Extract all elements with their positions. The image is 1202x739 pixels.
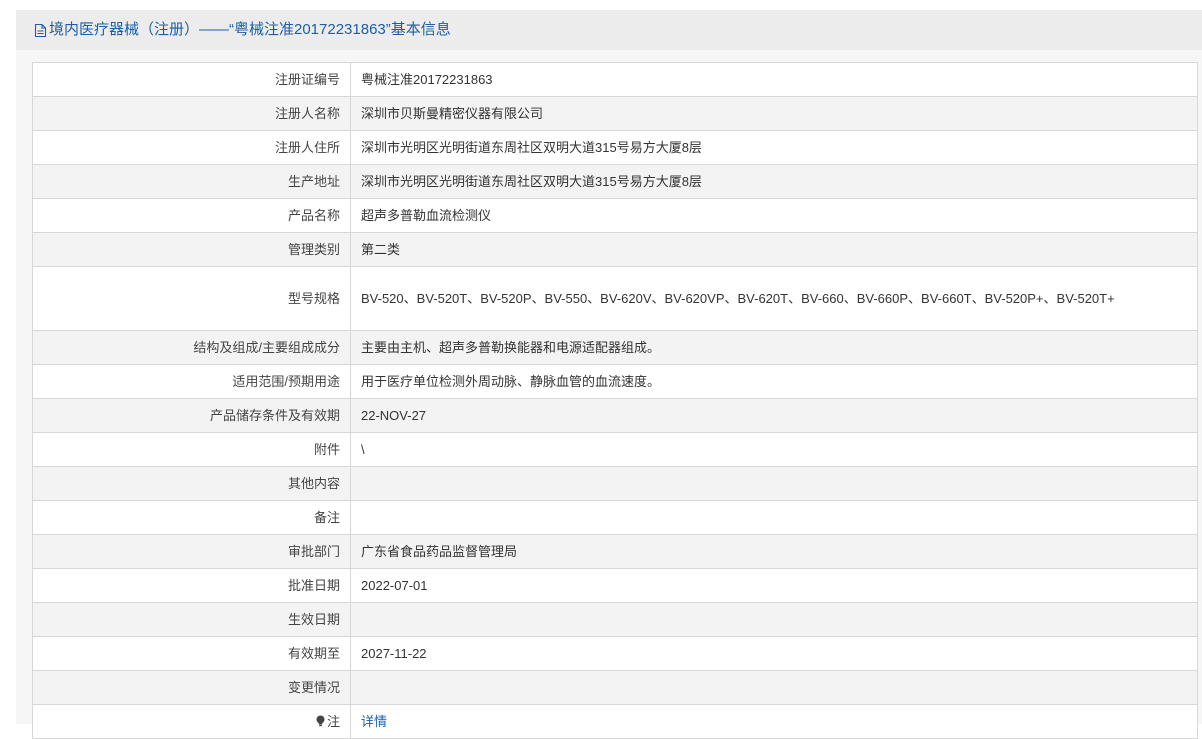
table-row: 批准日期 2022-07-01 xyxy=(32,568,1198,603)
document-icon xyxy=(33,23,48,38)
row-value: 深圳市光明区光明街道东周社区双明大道315号易方大厦8层 xyxy=(350,164,1198,199)
row-label: 其他内容 xyxy=(32,466,351,501)
row-label: 备注 xyxy=(32,500,351,535)
row-value: 用于医疗单位检测外周动脉、静脉血管的血流速度。 xyxy=(350,364,1198,399)
row-label: 有效期至 xyxy=(32,636,351,671)
detail-link[interactable]: 详情 xyxy=(361,714,387,729)
row-label: 变更情况 xyxy=(32,670,351,705)
table-row: 变更情况 xyxy=(32,670,1198,705)
row-value xyxy=(350,500,1198,535)
info-table: 注册证编号 粤械注准20172231863 注册人名称 深圳市贝斯曼精密仪器有限… xyxy=(32,62,1198,739)
row-value: \ xyxy=(350,432,1198,467)
table-row: 注册人住所 深圳市光明区光明街道东周社区双明大道315号易方大厦8层 xyxy=(32,130,1198,165)
page-title: 境内医疗器械（注册）——“粤械注准20172231863”基本信息 xyxy=(49,21,451,38)
row-label: 注册人名称 xyxy=(32,96,351,131)
row-label: 型号规格 xyxy=(32,266,351,331)
row-value: 2027-11-22 xyxy=(350,636,1198,671)
table-row: 注册人名称 深圳市贝斯曼精密仪器有限公司 xyxy=(32,96,1198,131)
table-row: 适用范围/预期用途 用于医疗单位检测外周动脉、静脉血管的血流速度。 xyxy=(32,364,1198,399)
row-value xyxy=(350,670,1198,705)
table-row: 附件 \ xyxy=(32,432,1198,467)
row-value: 超声多普勒血流检测仪 xyxy=(350,198,1198,233)
table-row: 审批部门 广东省食品药品监督管理局 xyxy=(32,534,1198,569)
row-label: 产品名称 xyxy=(32,198,351,233)
row-label: 审批部门 xyxy=(32,534,351,569)
row-label: 注册人住所 xyxy=(32,130,351,165)
note-value-cell: 详情 xyxy=(350,704,1198,739)
row-label: 结构及组成/主要组成成分 xyxy=(32,330,351,365)
row-label: 生效日期 xyxy=(32,602,351,637)
row-value: 深圳市光明区光明街道东周社区双明大道315号易方大厦8层 xyxy=(350,130,1198,165)
note-label-cell: 注 xyxy=(32,704,351,739)
row-value: 深圳市贝斯曼精密仪器有限公司 xyxy=(350,96,1198,131)
table-row: 产品名称 超声多普勒血流检测仪 xyxy=(32,198,1198,233)
panel-header: 境内医疗器械（注册）——“粤械注准20172231863”基本信息 xyxy=(16,10,1202,50)
table-row: 有效期至 2027-11-22 xyxy=(32,636,1198,671)
table-row: 结构及组成/主要组成成分 主要由主机、超声多普勒换能器和电源适配器组成。 xyxy=(32,330,1198,365)
row-label: 生产地址 xyxy=(32,164,351,199)
row-value: 广东省食品药品监督管理局 xyxy=(350,534,1198,569)
row-value: BV-520、BV-520T、BV-520P、BV-550、BV-620V、BV… xyxy=(350,266,1198,331)
row-value xyxy=(350,602,1198,637)
row-value: 2022-07-01 xyxy=(350,568,1198,603)
table-row: 备注 xyxy=(32,500,1198,535)
row-label: 适用范围/预期用途 xyxy=(32,364,351,399)
row-label: 附件 xyxy=(32,432,351,467)
row-label: 批准日期 xyxy=(32,568,351,603)
row-label: 产品储存条件及有效期 xyxy=(32,398,351,433)
table-row: 生产地址 深圳市光明区光明街道东周社区双明大道315号易方大厦8层 xyxy=(32,164,1198,199)
table-row: 产品储存条件及有效期 22-NOV-27 xyxy=(32,398,1198,433)
row-value: 第二类 xyxy=(350,232,1198,267)
row-label: 注册证编号 xyxy=(32,62,351,97)
lightbulb-icon xyxy=(315,715,326,727)
row-value xyxy=(350,466,1198,501)
row-label: 管理类别 xyxy=(32,232,351,267)
row-value: 22-NOV-27 xyxy=(350,398,1198,433)
table-row: 管理类别 第二类 xyxy=(32,232,1198,267)
row-value: 粤械注准20172231863 xyxy=(350,62,1198,97)
info-panel: 境内医疗器械（注册）——“粤械注准20172231863”基本信息 注册证编号 … xyxy=(16,10,1202,739)
row-value: 主要由主机、超声多普勒换能器和电源适配器组成。 xyxy=(350,330,1198,365)
note-label: 注 xyxy=(326,713,340,729)
table-row: 型号规格 BV-520、BV-520T、BV-520P、BV-550、BV-62… xyxy=(32,266,1198,331)
page: 境内医疗器械（注册）——“粤械注准20172231863”基本信息 注册证编号 … xyxy=(0,0,1202,739)
table-row: 其他内容 xyxy=(32,466,1198,501)
table-row: 生效日期 xyxy=(32,602,1198,637)
table-row: 注册证编号 粤械注准20172231863 xyxy=(32,62,1198,97)
note-row: 注 详情 xyxy=(32,704,1198,739)
